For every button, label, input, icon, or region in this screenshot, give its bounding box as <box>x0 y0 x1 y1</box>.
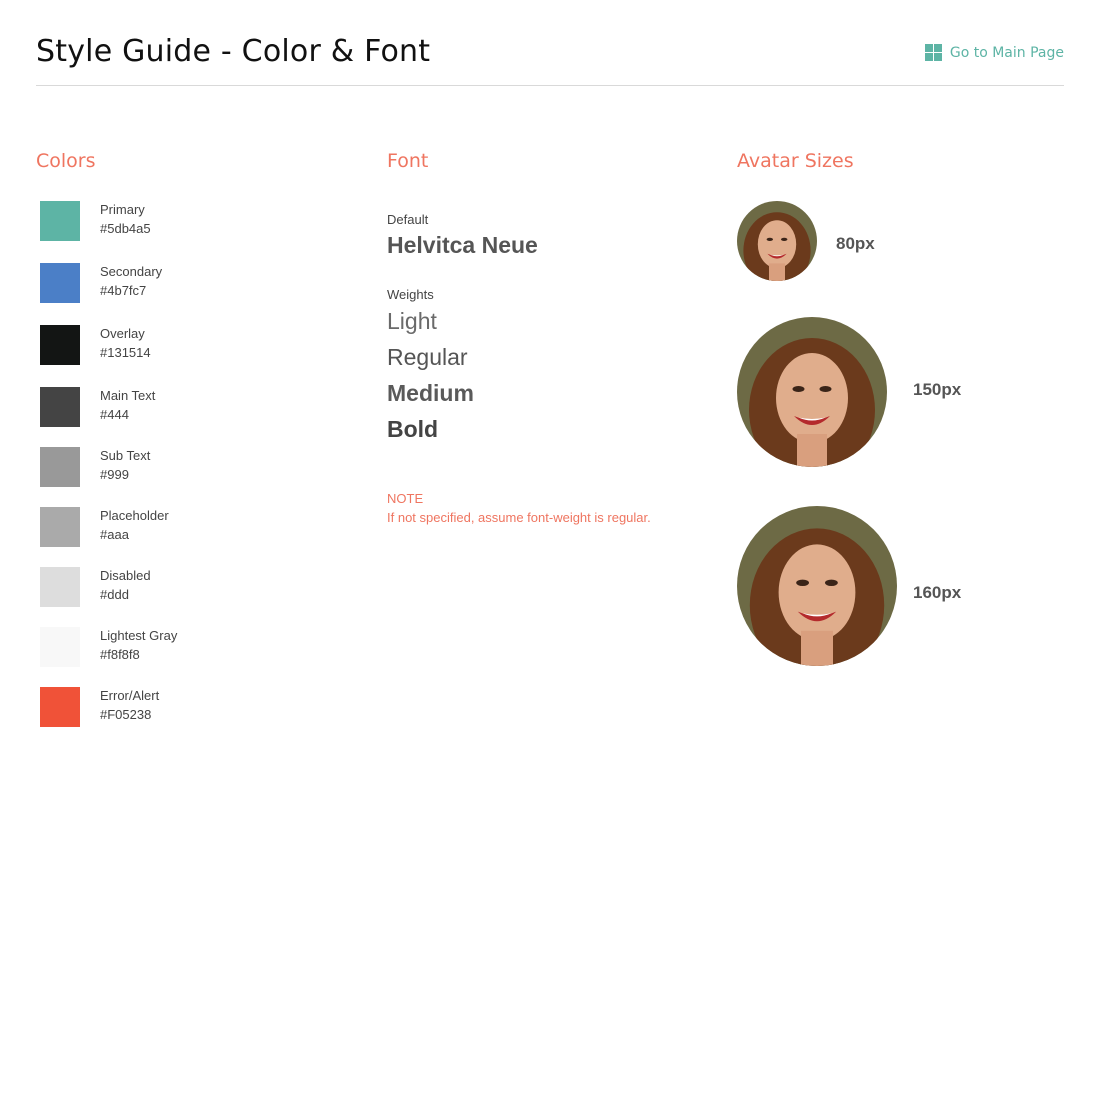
swatch-hex: #5db4a5 <box>100 221 151 236</box>
avatar-size-label: 80px <box>836 234 875 253</box>
avatar-80 <box>737 201 817 281</box>
go-to-main-page-link[interactable]: Go to Main Page <box>924 44 1064 61</box>
color-swatch-sub-text: Sub Text #999 <box>40 447 340 487</box>
swatch-lightest-gray <box>40 627 80 667</box>
swatch-hex: #ddd <box>100 587 129 602</box>
color-swatch-error-alert: Error/Alert #F05238 <box>40 687 340 727</box>
weight-regular-sample: Regular <box>387 344 468 370</box>
page-header: Style Guide - Color & Font Go to Main Pa… <box>36 0 1064 86</box>
swatch-name: Overlay <box>100 326 145 341</box>
swatch-disabled <box>40 567 80 607</box>
main-link-label: Go to Main Page <box>949 44 1064 61</box>
swatch-primary <box>40 201 80 241</box>
swatch-name: Main Text <box>100 388 156 403</box>
color-swatch-disabled: Disabled #ddd <box>40 567 340 607</box>
weight-bold-sample: Bold <box>387 416 439 442</box>
color-swatch-primary: Primary #5db4a5 <box>40 201 340 241</box>
swatch-name: Secondary <box>100 264 163 279</box>
swatch-hex: #131514 <box>100 345 151 360</box>
note-label: NOTE <box>387 491 424 506</box>
weights-label: Weights <box>387 287 434 302</box>
default-font-value: Helvitca Neue <box>387 232 538 258</box>
swatch-name: Sub Text <box>100 448 151 463</box>
avatar-160 <box>737 506 897 666</box>
swatch-secondary <box>40 263 80 303</box>
color-swatch-secondary: Secondary #4b7fc7 <box>40 263 340 303</box>
font-section-title: Font <box>387 150 429 172</box>
swatch-hex: #F05238 <box>100 707 152 722</box>
swatch-name: Disabled <box>100 568 151 583</box>
avatar-size-label: 160px <box>913 583 962 602</box>
swatch-name: Primary <box>100 202 145 217</box>
swatch-hex: #999 <box>100 467 129 482</box>
avatar-photo <box>737 201 817 281</box>
weight-light-sample: Light <box>387 308 437 334</box>
colors-section-title: Colors <box>36 150 96 172</box>
swatch-name: Error/Alert <box>100 688 160 703</box>
avatar-section-title: Avatar Sizes <box>737 150 854 172</box>
note-text: If not specified, assume font-weight is … <box>387 510 651 525</box>
color-swatch-lightest-gray: Lightest Gray #f8f8f8 <box>40 627 340 667</box>
avatar-photo <box>737 506 897 666</box>
swatch-overlay <box>40 325 80 365</box>
avatar-size-label: 150px <box>913 380 962 399</box>
weight-medium-sample: Medium <box>387 380 474 406</box>
swatch-hex: #444 <box>100 407 129 422</box>
swatch-hex: #aaa <box>100 527 129 542</box>
swatch-hex: #f8f8f8 <box>100 647 140 662</box>
swatch-name: Placeholder <box>100 508 169 523</box>
swatch-placeholder <box>40 507 80 547</box>
avatar-150 <box>737 317 887 467</box>
swatch-sub-text <box>40 447 80 487</box>
grid-icon <box>924 44 942 61</box>
swatch-hex: #4b7fc7 <box>100 283 147 298</box>
color-swatch-placeholder: Placeholder #aaa <box>40 507 340 547</box>
color-swatch-main-text: Main Text #444 <box>40 387 340 427</box>
swatch-main-text <box>40 387 80 427</box>
page-title: Style Guide - Color & Font <box>36 34 431 69</box>
default-font-label: Default <box>387 212 429 227</box>
avatar-photo <box>737 317 887 467</box>
swatch-error-alert <box>40 687 80 727</box>
color-swatch-overlay: Overlay #131514 <box>40 325 340 365</box>
swatch-name: Lightest Gray <box>100 628 178 643</box>
